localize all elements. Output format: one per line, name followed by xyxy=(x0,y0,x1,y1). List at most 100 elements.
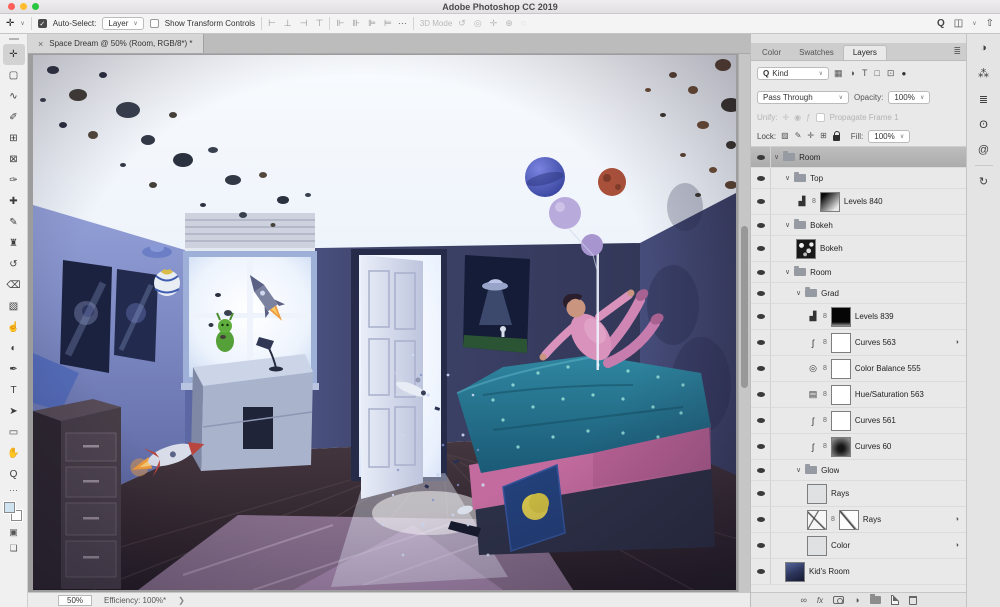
visibility-toggle[interactable] xyxy=(751,408,771,433)
tab-swatches[interactable]: Swatches xyxy=(790,46,843,60)
layer-row[interactable]: ∨ Room xyxy=(751,147,966,168)
layer-row[interactable]: ∨ Glow xyxy=(751,460,966,481)
brush-tool[interactable]: ✎ xyxy=(3,212,25,233)
layer-row[interactable]: ▟ 8 Levels 839 xyxy=(751,304,966,330)
layer-mask-thumbnail[interactable] xyxy=(830,410,851,431)
filter-smart-object-icon[interactable]: ⊡ xyxy=(887,68,895,79)
distribute-bottom-icon[interactable]: ⊫ xyxy=(368,18,376,29)
move-tool[interactable]: ✛ xyxy=(2,44,25,65)
visibility-toggle[interactable] xyxy=(751,559,771,584)
propagate-checkbox[interactable] xyxy=(815,113,825,122)
smudge-tool[interactable]: ☝ xyxy=(3,317,25,338)
layer-row[interactable]: 8 Rays ◑ xyxy=(751,507,966,533)
quick-mask-icon[interactable]: ▣ xyxy=(9,524,18,540)
crop-tool[interactable]: ⊞ xyxy=(3,128,25,149)
visibility-toggle[interactable] xyxy=(751,215,771,235)
tool-preset-chevron-icon[interactable]: ∨ xyxy=(20,20,24,27)
foreground-color-swatch[interactable] xyxy=(3,502,15,513)
layer-row[interactable]: ∨ Bokeh xyxy=(751,215,966,236)
new-group-icon[interactable] xyxy=(869,594,881,604)
3d-scale-icon[interactable]: ◌ xyxy=(521,18,526,29)
layer-row[interactable]: ʃ 8 Curves 563 ◑ xyxy=(751,330,966,356)
group-chevron-icon[interactable]: ∨ xyxy=(796,289,801,297)
visibility-toggle[interactable] xyxy=(751,481,771,506)
visibility-toggle[interactable] xyxy=(751,356,771,381)
lock-artboard-icon[interactable]: ⊞ xyxy=(820,131,827,141)
layer-mask-thumbnail[interactable] xyxy=(830,332,851,353)
visibility-toggle[interactable] xyxy=(751,533,771,558)
visibility-toggle[interactable] xyxy=(751,189,771,214)
layer-thumbnail[interactable] xyxy=(807,535,827,556)
type-tool[interactable]: T xyxy=(3,380,25,401)
layer-row[interactable]: ▤ 8 Hue/Saturation 563 xyxy=(751,382,966,408)
filter-pixel-icon[interactable]: ▦ xyxy=(834,68,843,79)
filter-kind-dropdown[interactable]: Q Kind ∨ xyxy=(757,66,829,80)
close-tab-icon[interactable]: × xyxy=(38,39,43,49)
visibility-toggle[interactable] xyxy=(751,262,771,282)
color-swatches[interactable] xyxy=(3,502,24,524)
glyphs-icon[interactable]: ⁂ xyxy=(978,67,989,80)
visibility-toggle[interactable] xyxy=(751,283,771,303)
layer-mask-thumbnail[interactable] xyxy=(830,436,851,457)
canvas[interactable] xyxy=(33,55,736,590)
layer-row[interactable]: Color ◑ xyxy=(751,533,966,559)
align-left-icon[interactable]: ⊢ xyxy=(268,18,276,29)
layer-row[interactable]: ∨ Top xyxy=(751,168,966,189)
layer-row[interactable]: ▟ 8 Levels 840 xyxy=(751,189,966,215)
toolbar-grip[interactable] xyxy=(0,34,27,44)
distribute-center-icon[interactable]: ⊪ xyxy=(352,18,360,29)
group-chevron-icon[interactable]: ∨ xyxy=(785,268,790,276)
layer-row[interactable]: ∨ Room xyxy=(751,262,966,283)
character-icon[interactable]: ≣ xyxy=(979,93,988,106)
new-adjustment-icon[interactable]: ◑ xyxy=(854,595,859,605)
layer-thumbnail[interactable] xyxy=(785,561,805,582)
new-layer-icon[interactable] xyxy=(890,595,899,605)
distribute-top-icon[interactable]: ⊩ xyxy=(336,18,344,29)
gradient-tool[interactable]: ▧ xyxy=(3,296,25,317)
libraries-icon[interactable]: @ xyxy=(978,144,989,156)
eyedropper-tool[interactable]: ✑ xyxy=(3,170,25,191)
scrollbar-thumb[interactable] xyxy=(741,226,748,388)
layer-thumbnail[interactable] xyxy=(807,483,827,504)
visibility-toggle[interactable] xyxy=(751,168,771,188)
marquee-tool[interactable]: ▢ xyxy=(3,65,25,86)
3d-rotate-icon[interactable]: ↺ xyxy=(458,18,466,29)
workspace-icon[interactable]: ◫ xyxy=(954,18,963,29)
layer-effects-icon[interactable]: fx xyxy=(817,596,823,605)
shape-tool[interactable]: ▭ xyxy=(3,422,25,443)
filter-toggle-icon[interactable]: ● xyxy=(901,69,906,78)
hand-tool[interactable]: ✋ xyxy=(3,443,25,464)
link-layers-icon[interactable]: ∞ xyxy=(800,595,806,605)
group-chevron-icon[interactable]: ∨ xyxy=(774,153,779,161)
visibility-toggle[interactable] xyxy=(751,434,771,459)
quick-selection-tool[interactable]: ✐ xyxy=(3,107,25,128)
panel-menu-icon[interactable]: ≣ xyxy=(953,46,961,57)
lasso-tool[interactable]: ∿ xyxy=(3,86,25,107)
frame-tool[interactable]: ⊠ xyxy=(3,149,25,170)
unify-visibility-icon[interactable]: ◉ xyxy=(794,113,801,122)
zoom-level-field[interactable]: 50% xyxy=(58,594,93,606)
history-brush-tool[interactable]: ↺ xyxy=(3,254,25,275)
learn-icon[interactable]: ʘ xyxy=(979,119,988,131)
zoom-tool[interactable]: Q xyxy=(3,464,25,485)
layer-mask-thumbnail[interactable] xyxy=(830,384,851,405)
edit-toolbar-icon[interactable]: ⋯ xyxy=(9,485,18,499)
blend-mode-dropdown[interactable]: Pass Through ∨ xyxy=(757,90,849,104)
delete-layer-icon[interactable] xyxy=(908,595,917,605)
align-right-icon[interactable]: ⊣ xyxy=(300,18,308,29)
pen-tool[interactable]: ✒ xyxy=(3,359,25,380)
dodge-tool[interactable]: ◐ xyxy=(3,338,25,359)
visibility-toggle[interactable] xyxy=(751,236,771,261)
search-icon[interactable]: Q xyxy=(937,18,945,29)
visibility-toggle[interactable] xyxy=(751,382,771,407)
group-chevron-icon[interactable]: ∨ xyxy=(785,174,790,182)
visibility-toggle[interactable] xyxy=(751,460,771,480)
align-top-icon[interactable]: ⊤ xyxy=(316,18,324,29)
visibility-toggle[interactable] xyxy=(751,507,771,532)
visibility-toggle[interactable] xyxy=(751,304,771,329)
3d-drag-icon[interactable]: ✛ xyxy=(490,18,498,29)
visibility-toggle[interactable] xyxy=(751,147,771,167)
layer-mask-thumbnail[interactable] xyxy=(830,306,851,327)
opacity-dropdown[interactable]: 100% ∨ xyxy=(888,90,931,104)
layer-row[interactable]: Bokeh xyxy=(751,236,966,262)
